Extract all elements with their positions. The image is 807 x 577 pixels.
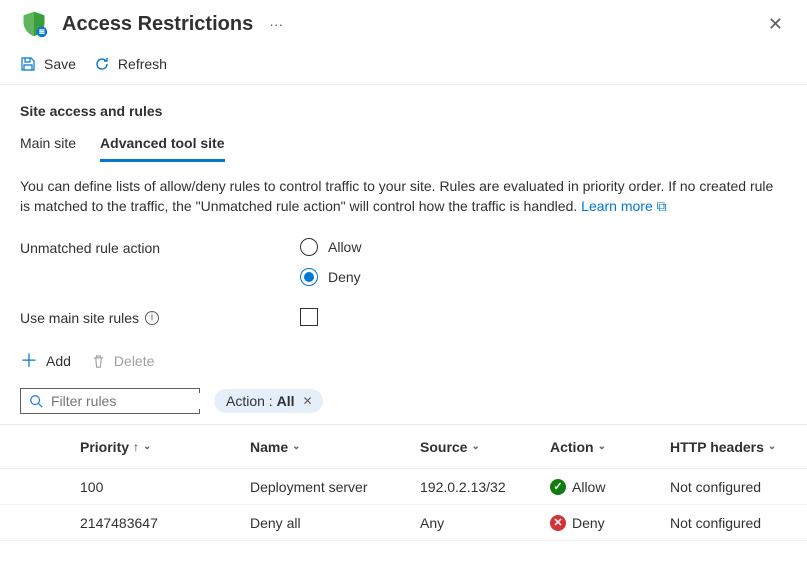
tab-list: Main site Advanced tool site xyxy=(0,125,807,163)
chevron-down-icon: ⌄ xyxy=(471,441,479,452)
col-action[interactable]: Action ⌄ xyxy=(550,439,670,455)
chevron-down-icon: ⌄ xyxy=(143,441,151,452)
tab-advanced-tool-site[interactable]: Advanced tool site xyxy=(100,125,224,162)
tab-main-site[interactable]: Main site xyxy=(20,125,76,162)
use-main-site-rules-label: Use main site rules i xyxy=(20,308,300,326)
unmatched-rule-action-radios: Allow Deny xyxy=(300,238,361,286)
shield-icon xyxy=(20,10,48,38)
cell-name: Deny all xyxy=(250,515,420,531)
cell-source: Any xyxy=(420,515,550,531)
table-row[interactable]: 2147483647 Deny all Any ✕ Deny Not confi… xyxy=(0,505,807,541)
refresh-button[interactable]: Refresh xyxy=(94,56,167,72)
section-title: Site access and rules xyxy=(0,85,807,125)
col-http-headers[interactable]: HTTP headers ⌄ xyxy=(670,439,807,455)
cell-http-headers: Not configured xyxy=(670,479,807,495)
radio-allow[interactable]: Allow xyxy=(300,238,361,256)
search-icon xyxy=(29,394,43,408)
action-filter-pill[interactable]: Action : All ✕ xyxy=(214,389,323,413)
radio-deny[interactable]: Deny xyxy=(300,268,361,286)
cell-action: ✕ Deny xyxy=(550,515,670,531)
sort-asc-icon: ↑ xyxy=(133,440,139,454)
description-text: You can define lists of allow/deny rules… xyxy=(0,163,807,216)
cell-priority: 2147483647 xyxy=(80,515,250,531)
learn-more-link[interactable]: Learn more ⧉ xyxy=(581,198,666,214)
clear-filter-icon[interactable]: ✕ xyxy=(302,394,312,408)
col-source[interactable]: Source ⌄ xyxy=(420,439,550,455)
cell-source: 192.0.2.13/32 xyxy=(420,479,550,495)
refresh-icon xyxy=(94,56,110,72)
cell-priority: 100 xyxy=(80,479,250,495)
col-priority[interactable]: Priority ↑ ⌄ xyxy=(80,439,250,455)
col-name[interactable]: Name ⌄ xyxy=(250,439,420,455)
chevron-down-icon: ⌄ xyxy=(768,441,776,452)
deny-icon: ✕ xyxy=(550,515,566,531)
cell-name: Deployment server xyxy=(250,479,420,495)
save-button[interactable]: Save xyxy=(20,56,76,72)
filter-input-wrapper[interactable] xyxy=(20,388,200,414)
radio-icon xyxy=(300,268,318,286)
page-title: Access Restrictions xyxy=(62,13,253,36)
add-button[interactable]: ＋ Add xyxy=(20,352,71,370)
chevron-down-icon: ⌄ xyxy=(292,441,300,452)
filter-input[interactable] xyxy=(51,393,232,409)
radio-icon xyxy=(300,238,318,256)
use-main-site-rules-checkbox[interactable] xyxy=(300,308,318,326)
cell-http-headers: Not configured xyxy=(670,515,807,531)
trash-icon xyxy=(91,354,106,369)
cell-action: ✓ Allow xyxy=(550,479,670,495)
chevron-down-icon: ⌄ xyxy=(598,441,606,452)
save-label: Save xyxy=(44,56,76,72)
more-actions-button[interactable]: ··· xyxy=(269,16,283,32)
plus-icon: ＋ xyxy=(20,352,38,370)
save-icon xyxy=(20,56,36,72)
close-icon[interactable]: ✕ xyxy=(764,14,787,35)
table-row[interactable]: 100 Deployment server 192.0.2.13/32 ✓ Al… xyxy=(0,469,807,505)
external-link-icon: ⧉ xyxy=(657,198,667,214)
info-icon[interactable]: i xyxy=(145,311,159,325)
command-bar: Save Refresh xyxy=(0,42,807,85)
unmatched-rule-action-label: Unmatched rule action xyxy=(20,238,300,256)
rules-table: Priority ↑ ⌄ Name ⌄ Source ⌄ Action ⌄ HT… xyxy=(0,425,807,541)
delete-button[interactable]: Delete xyxy=(91,353,154,369)
refresh-label: Refresh xyxy=(118,56,167,72)
allow-icon: ✓ xyxy=(550,479,566,495)
